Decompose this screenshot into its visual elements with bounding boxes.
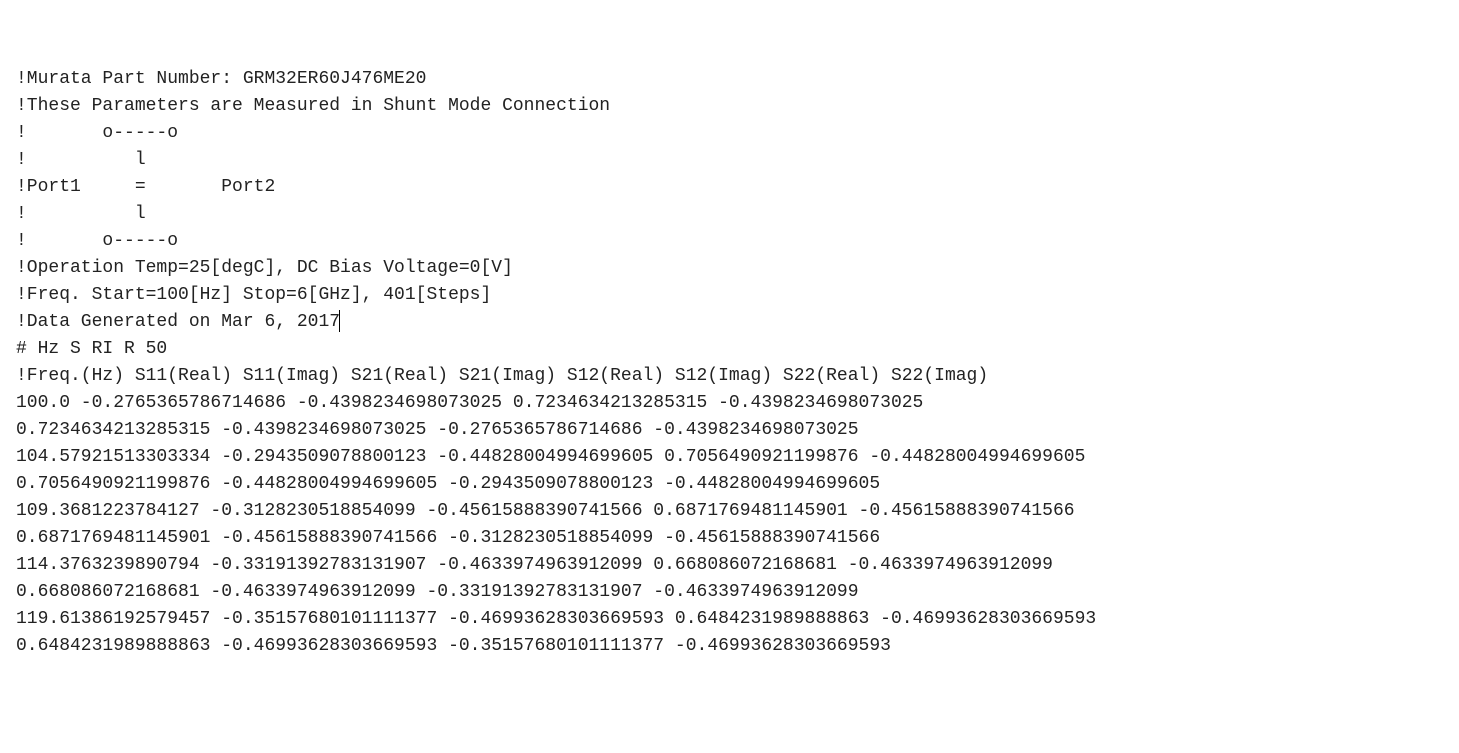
column-header-line: !Freq.(Hz) S11(Real) S11(Imag) S21(Real)… <box>16 366 988 386</box>
data-line: 0.7056490921199876 -0.44828004994699605 … <box>16 474 880 494</box>
data-generated-line: !Data Generated on Mar 6, 2017 <box>16 312 340 332</box>
part-number-line: !Murata Part Number: GRM32ER60J476ME20 <box>16 69 426 89</box>
data-line: 109.3681223784127 -0.3128230518854099 -0… <box>16 501 1075 521</box>
data-line: 100.0 -0.2765365786714686 -0.43982346980… <box>16 393 923 413</box>
data-line: 104.57921513303334 -0.2943509078800123 -… <box>16 447 1085 467</box>
data-line: 114.3763239890794 -0.33191392783131907 -… <box>16 555 1053 575</box>
operation-conditions-line: !Operation Temp=25[degC], DC Bias Voltag… <box>16 258 513 278</box>
frequency-range-line: !Freq. Start=100[Hz] Stop=6[GHz], 401[St… <box>16 285 491 305</box>
data-line: 119.61386192579457 -0.35157680101111377 … <box>16 609 1096 629</box>
data-line: 0.6484231989888863 -0.46993628303669593 … <box>16 636 891 656</box>
ascii-art-line-1: ! o-----o <box>16 123 178 143</box>
ascii-art-line-4: ! l <box>16 204 146 224</box>
text-caret-icon <box>339 310 340 332</box>
ascii-art-line-2: ! l <box>16 150 146 170</box>
data-line: 0.668086072168681 -0.4633974963912099 -0… <box>16 582 859 602</box>
measurement-mode-line: !These Parameters are Measured in Shunt … <box>16 96 610 116</box>
ascii-art-line-5: ! o-----o <box>16 231 178 251</box>
touchstone-file-content: !Murata Part Number: GRM32ER60J476ME20 !… <box>16 66 1443 660</box>
data-line: 0.6871769481145901 -0.45615888390741566 … <box>16 528 880 548</box>
data-line: 0.7234634213285315 -0.4398234698073025 -… <box>16 420 859 440</box>
option-line: # Hz S RI R 50 <box>16 339 167 359</box>
ascii-art-line-3: !Port1 = Port2 <box>16 177 275 197</box>
